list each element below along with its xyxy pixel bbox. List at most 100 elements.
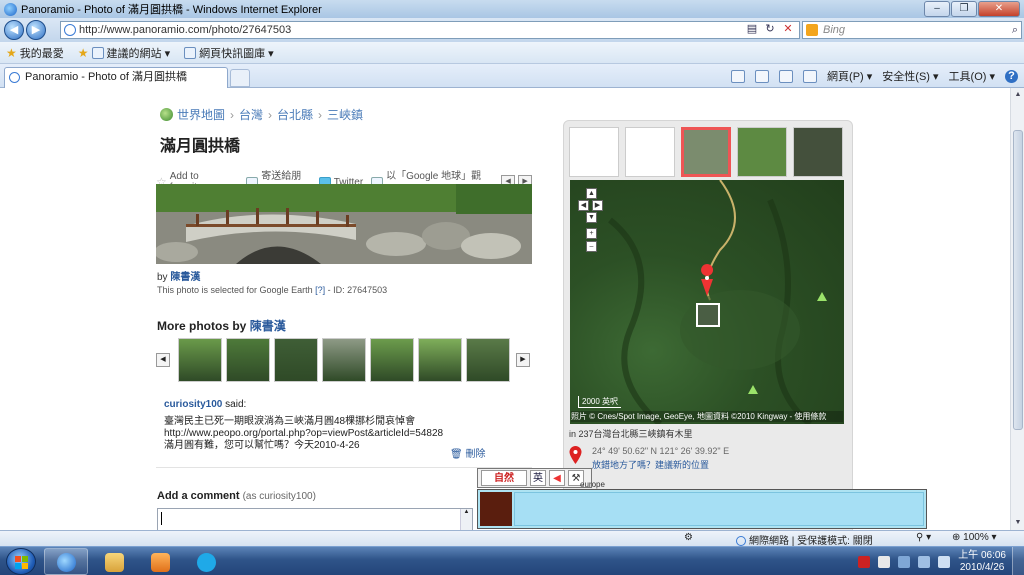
new-tab-button[interactable] bbox=[230, 69, 250, 87]
nearby-photo-thumb[interactable] bbox=[569, 127, 619, 177]
strip-next-button[interactable]: ▶ bbox=[516, 353, 530, 367]
show-desktop-button[interactable] bbox=[1012, 547, 1024, 575]
zoom-out-button[interactable]: – bbox=[586, 241, 597, 252]
more-photos-strip: ◀ ▶ bbox=[156, 338, 532, 382]
page-menu[interactable]: 網頁(P) ▾ bbox=[827, 68, 872, 84]
author-link[interactable]: 陳書漢 bbox=[170, 272, 200, 283]
more-photo-thumb[interactable] bbox=[466, 338, 510, 382]
search-input[interactable]: Bing ⌕ bbox=[802, 21, 1022, 39]
forward-button[interactable]: ▶ bbox=[26, 20, 46, 40]
trash-icon: 🗑 bbox=[450, 449, 463, 460]
minimize-button[interactable]: – bbox=[924, 1, 950, 17]
taskbar-skype[interactable] bbox=[184, 548, 228, 575]
home-icon[interactable] bbox=[731, 69, 746, 83]
breadcrumb-taipei-county[interactable]: 台北縣 bbox=[277, 106, 313, 123]
safety-menu[interactable]: 安全性(S) ▾ bbox=[882, 68, 938, 84]
more-photo-thumb[interactable] bbox=[370, 338, 414, 382]
taskbar-media-player[interactable] bbox=[138, 548, 182, 575]
breadcrumb-world[interactable]: 世界地圖 bbox=[177, 106, 225, 123]
skype-icon bbox=[197, 553, 216, 572]
comment-textarea[interactable]: ▲ bbox=[157, 508, 473, 532]
textarea-scrollbar[interactable]: ▲ bbox=[460, 509, 472, 531]
start-button[interactable] bbox=[6, 548, 36, 575]
print-icon[interactable] bbox=[803, 69, 818, 83]
zoom-in-button[interactable]: + bbox=[586, 228, 597, 239]
scroll-up-icon[interactable]: ▲ bbox=[1013, 91, 1023, 101]
help-menu[interactable]: ? bbox=[1005, 69, 1018, 83]
favorites-button[interactable]: ★ 我的最愛 bbox=[6, 45, 64, 61]
keyboard-icon[interactable] bbox=[878, 555, 891, 568]
web-slice-gallery-button[interactable]: 網頁快訊圖庫 ▾ bbox=[184, 45, 274, 61]
help-link[interactable]: [?] bbox=[315, 285, 325, 295]
zoom-level[interactable]: ⊕ 100% ▾ bbox=[952, 532, 997, 543]
compatibility-icon[interactable]: ▤ bbox=[744, 21, 760, 37]
flag-icon[interactable] bbox=[898, 555, 911, 568]
back-button[interactable]: ◀ bbox=[4, 20, 24, 40]
ime-logo[interactable]: 自然 bbox=[481, 470, 527, 486]
photo-title: 滿月圓拱橋 bbox=[160, 138, 241, 155]
more-photo-thumb[interactable] bbox=[226, 338, 270, 382]
map-copyright: 照片 © Cnes/Spot Image, GeoEye, 地圖資料 ©2010… bbox=[571, 411, 843, 422]
scroll-thumb[interactable] bbox=[1013, 130, 1023, 430]
breadcrumb: 世界地圖 › 台灣 › 台北縣 › 三峽鎮 bbox=[160, 106, 363, 123]
url-buttons: ▤ ↻ ✕ bbox=[742, 21, 796, 37]
map-view[interactable] bbox=[570, 180, 844, 424]
more-photos-author-link[interactable]: 陳書漢 bbox=[250, 319, 286, 333]
popup-blocker-icon[interactable]: ⚙ bbox=[684, 532, 693, 543]
nearby-photo-thumb[interactable] bbox=[625, 127, 675, 177]
feeds-icon[interactable] bbox=[755, 69, 770, 83]
tools-menu[interactable]: 工具(O) ▾ bbox=[949, 68, 995, 84]
pan-down-button[interactable]: ▼ bbox=[586, 212, 597, 223]
scroll-down-icon[interactable]: ▼ bbox=[1013, 519, 1023, 529]
page-scrollbar[interactable]: ▲ ▼ bbox=[1010, 88, 1024, 532]
world-map-icon bbox=[160, 108, 173, 121]
pan-left-button[interactable]: ◀ bbox=[578, 200, 589, 211]
web-slice-icon bbox=[184, 46, 197, 59]
coordinates: 24° 49' 50.62" N 121° 26' 39.92" E bbox=[592, 446, 730, 456]
window-titlebar: Panoramio - Photo of 滿月圓拱橋 - Windows Int… bbox=[0, 0, 1024, 18]
more-photo-thumb[interactable] bbox=[178, 338, 222, 382]
more-photo-thumb[interactable] bbox=[274, 338, 318, 382]
search-icon[interactable]: ⌕ bbox=[1012, 22, 1018, 38]
internet-zone: 網際網路 | 受保護模式: 關閉 bbox=[736, 532, 873, 547]
suggested-sites-button[interactable]: ★ 建議的網站 ▾ bbox=[78, 45, 170, 61]
nearby-photo-thumb[interactable] bbox=[681, 127, 731, 177]
mail-icon[interactable] bbox=[779, 69, 794, 83]
restore-button[interactable]: ❐ bbox=[951, 1, 977, 17]
refresh-icon[interactable]: ↻ bbox=[762, 21, 778, 37]
protected-mode-icon[interactable]: ⚲ ▾ bbox=[916, 532, 931, 543]
ime-english-toggle[interactable]: 英 bbox=[530, 470, 546, 486]
strip-prev-button[interactable]: ◀ bbox=[156, 353, 170, 367]
clock[interactable]: 上午 06:06 2010/4/26 bbox=[958, 550, 1006, 574]
delete-comment-link[interactable]: 🗑 刪除 bbox=[450, 445, 485, 460]
status-bar: ⚙ 網際網路 | 受保護模式: 關閉 ⚲ ▾ ⊕ 100% ▾ bbox=[0, 530, 1024, 547]
system-tray: 上午 06:06 2010/4/26 bbox=[858, 547, 1024, 575]
network-icon[interactable] bbox=[918, 555, 931, 568]
ime-tray-icon[interactable] bbox=[858, 555, 871, 568]
ime-mode-icon[interactable]: ◀ bbox=[549, 470, 565, 486]
close-button[interactable]: ✕ bbox=[978, 1, 1020, 17]
more-photo-thumb[interactable] bbox=[322, 338, 366, 382]
volume-icon[interactable] bbox=[938, 555, 951, 568]
comment-user-link[interactable]: curiosity100 bbox=[164, 399, 222, 410]
stop-icon[interactable]: ✕ bbox=[780, 21, 796, 37]
nearby-photo-thumb[interactable] bbox=[793, 127, 843, 177]
location-pin-icon bbox=[569, 446, 582, 464]
taskbar-explorer[interactable] bbox=[92, 548, 136, 575]
pan-right-button[interactable]: ▶ bbox=[592, 200, 603, 211]
tab-panoramio[interactable]: Panoramio - Photo of 滿月圓拱橋 bbox=[4, 67, 228, 88]
add-comment-heading: Add a comment (as curiosity100) bbox=[157, 490, 316, 502]
main-photo[interactable] bbox=[156, 184, 532, 264]
more-photo-thumb[interactable] bbox=[418, 338, 462, 382]
bing-icon bbox=[806, 24, 818, 36]
nearby-photo-thumb[interactable] bbox=[737, 127, 787, 177]
more-photos-thumbs bbox=[178, 338, 514, 382]
map-scale: 2000 英呎 bbox=[578, 396, 622, 408]
url-input[interactable]: http://www.panoramio.com/photo/27647503 bbox=[60, 21, 800, 39]
pan-up-button[interactable]: ▲ bbox=[586, 188, 597, 199]
ime-candidate-list[interactable] bbox=[514, 492, 924, 526]
suggest-location-link[interactable]: 放錯地方了嗎？建議新的位置 bbox=[592, 458, 709, 471]
taskbar-ie[interactable] bbox=[44, 548, 88, 575]
breadcrumb-taiwan[interactable]: 台灣 bbox=[239, 106, 263, 123]
breadcrumb-sanxia[interactable]: 三峽鎮 bbox=[327, 106, 363, 123]
